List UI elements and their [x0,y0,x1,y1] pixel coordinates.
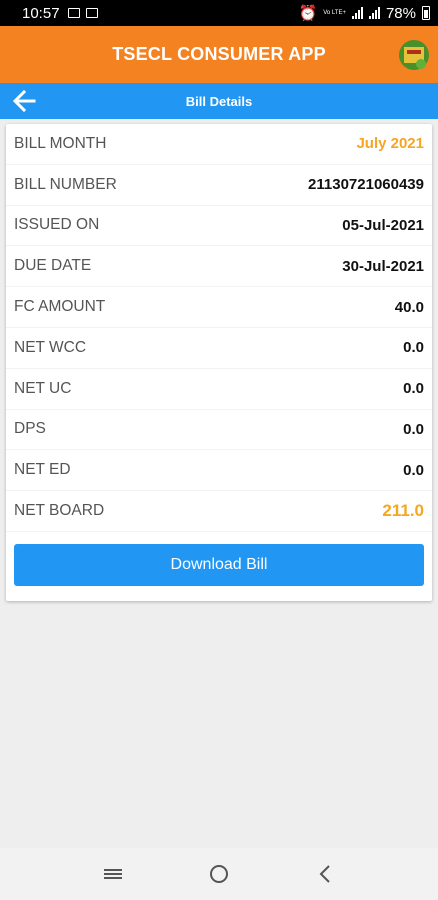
value-due-date: 30-Jul-2021 [342,257,424,275]
row-issued-on: ISSUED ON 05-Jul-2021 [6,206,432,247]
app-title: TSECL CONSUMER APP [112,44,326,64]
signal2-icon [368,7,380,19]
notification-icons [67,8,98,18]
label-net-board: NET BOARD [14,502,105,520]
alarm-icon: ⏰ [298,5,318,22]
label-fc-amount: FC AMOUNT [14,298,106,316]
row-net-wcc: NET WCC 0.0 [6,328,432,369]
value-net-uc: 0.0 [403,380,424,398]
download-bill-button[interactable]: Download Bill [14,544,424,586]
label-bill-number: BILL NUMBER [14,175,117,193]
label-bill-month: BILL MONTH [14,134,107,152]
value-net-ed: 0.0 [403,461,424,479]
value-net-board: 211.0 [382,501,424,521]
label-issued-on: ISSUED ON [14,216,100,234]
value-fc-amount: 40.0 [394,298,424,316]
row-net-ed: NET ED 0.0 [6,450,432,492]
message-icon [85,8,98,18]
arrow-left-icon [12,90,36,112]
value-bill-number: 21130721060439 [308,176,424,194]
signal-icon [351,7,363,19]
label-net-uc: NET UC [14,379,72,397]
row-dps: DPS 0.0 [6,410,432,451]
label-due-date: DUE DATE [14,257,92,275]
system-nav-bar [0,848,438,900]
network-type: Vo LTE+ [323,10,346,16]
row-net-uc: NET UC 0.0 [6,369,432,410]
value-net-wcc: 0.0 [403,339,424,357]
row-bill-number: BILL NUMBER 21130721060439 [6,165,432,206]
app-bar: TSECL CONSUMER APP [0,26,438,83]
battery-percent: 78% [385,4,416,22]
tsecl-logo-icon [399,40,429,70]
label-net-wcc: NET WCC [14,338,87,356]
bill-details-card: BILL MONTH July 2021 BILL NUMBER 2113072… [6,124,432,601]
recent-apps-button[interactable] [93,854,133,894]
status-time: 10:57 [22,4,60,22]
system-back-button[interactable] [305,854,345,894]
home-circle-icon [210,865,228,883]
sub-header: Bill Details [0,83,438,119]
battery-icon [422,6,430,20]
row-fc-amount: FC AMOUNT 40.0 [6,287,432,328]
recent-apps-icon [104,869,122,879]
back-button[interactable] [10,88,38,114]
status-bar: 10:57 ⏰ Vo LTE+ 78% [0,0,438,26]
label-dps: DPS [14,420,46,438]
home-button[interactable] [199,854,239,894]
value-bill-month: July 2021 [356,135,424,153]
status-right: ⏰ Vo LTE+ 78% [299,4,430,22]
value-issued-on: 05-Jul-2021 [342,216,424,234]
page-title: Bill Details [185,93,253,109]
row-bill-month: BILL MONTH July 2021 [6,124,432,165]
row-due-date: DUE DATE 30-Jul-2021 [6,246,432,288]
label-net-ed: NET ED [14,461,71,479]
row-net-board: NET BOARD 211.0 [6,491,432,532]
image-icon [67,8,80,18]
back-chevron-icon [319,865,330,883]
value-dps: 0.0 [403,420,424,438]
